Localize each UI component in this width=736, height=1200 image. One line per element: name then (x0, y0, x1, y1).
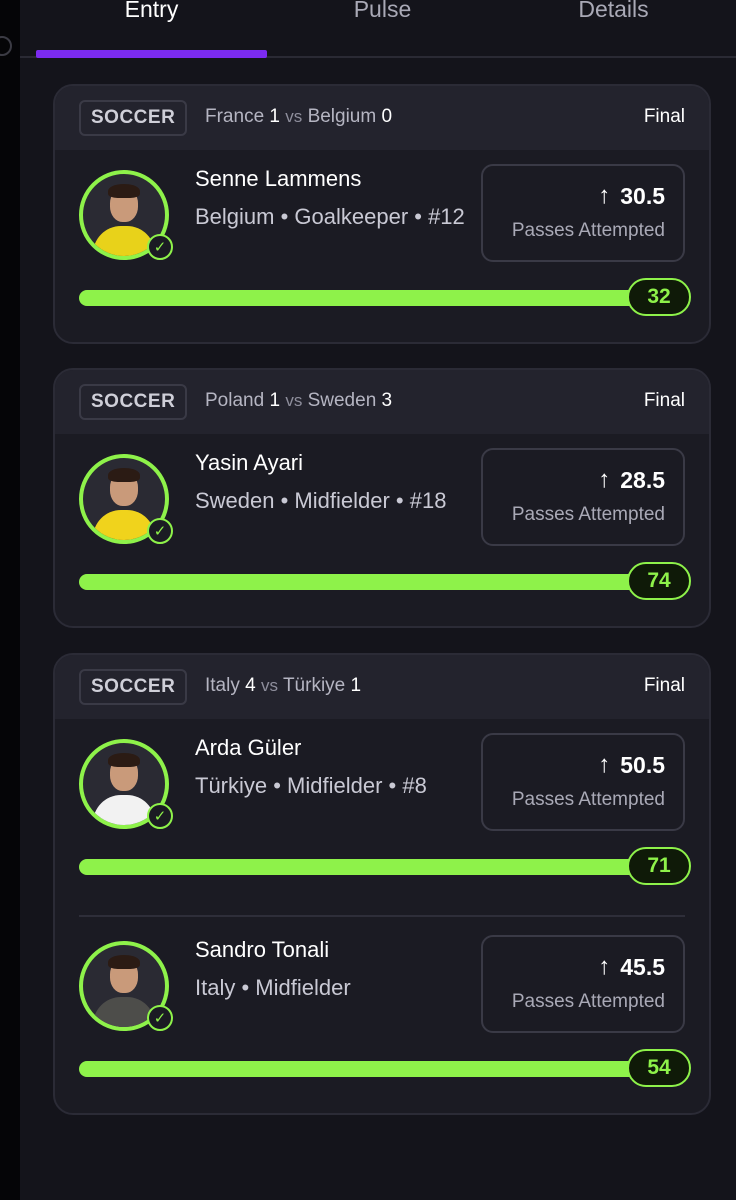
away-score: 1 (350, 675, 362, 696)
projection-box[interactable]: ↑ 45.5 Passes Attempted (481, 935, 685, 1033)
away-team: Türkiye (282, 675, 346, 696)
player-name: Yasin Ayari (195, 450, 304, 475)
vs-label: vs (285, 391, 303, 410)
progress-fill (79, 574, 643, 590)
home-team: Poland (205, 390, 265, 411)
player-meta: Belgium • Goalkeeper • #12 (195, 204, 465, 229)
active-tab-indicator (36, 50, 267, 58)
projection-value: 45.5 (620, 953, 665, 980)
app-screen: Entry Pulse Details SOCCER France 1 vs B… (20, 0, 736, 1200)
card-header: SOCCER Italy 4 vs Türkiye 1 Final (55, 655, 709, 719)
home-score: 4 (245, 675, 256, 696)
check-icon: ✓ (147, 234, 173, 260)
sport-badge: SOCCER (79, 669, 188, 705)
game-card: SOCCER France 1 vs Belgium 0 Final ✓ Sen… (53, 84, 711, 344)
player-row[interactable]: ✓ Senne Lammens Belgium • Goalkeeper • #… (55, 150, 709, 342)
progress-bar (79, 1061, 643, 1077)
matchup: Italy 4 vs Türkiye 1 (205, 675, 361, 697)
row-divider (79, 915, 685, 917)
tab-details[interactable]: Details (498, 0, 729, 23)
check-icon: ✓ (147, 518, 173, 544)
check-icon: ✓ (147, 803, 173, 829)
projection-value: 50.5 (620, 751, 665, 778)
game-status: Final (643, 675, 685, 696)
tab-bar: Entry Pulse Details (20, 0, 736, 58)
vs-label: vs (261, 676, 278, 695)
progress-bar (79, 290, 643, 306)
home-score: 1 (269, 106, 280, 127)
arrow-up-icon: ↑ (598, 182, 611, 209)
stat-label: Passes Attempted (511, 789, 665, 810)
projection-box[interactable]: ↑ 30.5 Passes Attempted (481, 164, 685, 262)
result-value: 54 (627, 1049, 691, 1087)
card-header: SOCCER France 1 vs Belgium 0 Final (55, 86, 709, 150)
home-team: Italy (205, 675, 240, 696)
game-status: Final (643, 390, 685, 411)
vs-label: vs (285, 107, 303, 126)
player-name: Sandro Tonali (195, 937, 330, 962)
progress-bar (79, 859, 643, 875)
result-value: 74 (627, 562, 691, 600)
player-row[interactable]: ✓ Yasin Ayari Sweden • Midfielder • #18 … (55, 434, 709, 626)
result-value: 71 (627, 847, 691, 885)
result-value: 32 (627, 278, 691, 316)
player-name: Senne Lammens (195, 166, 362, 191)
left-edge-strip (0, 0, 20, 1200)
game-card: SOCCER Poland 1 vs Sweden 3 Final ✓ Yasi… (53, 368, 711, 628)
player-name: Arda Güler (195, 735, 302, 760)
home-score: 1 (269, 390, 281, 411)
tab-pulse[interactable]: Pulse (267, 0, 498, 23)
sport-badge: SOCCER (79, 384, 188, 420)
projection-box[interactable]: ↑ 28.5 Passes Attempted (481, 448, 685, 546)
check-icon: ✓ (147, 1005, 173, 1031)
projection-value: 28.5 (620, 466, 665, 493)
player-meta: Italy • Midfielder (195, 975, 351, 1000)
arrow-up-icon: ↑ (598, 466, 611, 493)
away-score: 3 (381, 390, 393, 411)
player-row[interactable]: ✓ Arda Güler Türkiye • Midfielder • #8 ↑… (55, 719, 709, 913)
game-status: Final (643, 106, 685, 127)
card-header: SOCCER Poland 1 vs Sweden 3 Final (55, 370, 709, 434)
sport-badge: SOCCER (79, 100, 188, 136)
stat-label: Passes Attempted (511, 504, 665, 525)
matchup: Poland 1 vs Sweden 3 (205, 390, 392, 412)
player-row[interactable]: ✓ Sandro Tonali Italy • Midfielder ↑ 45.… (55, 921, 709, 1113)
away-team: Sweden (307, 390, 377, 411)
matchup: France 1 vs Belgium 0 (205, 106, 392, 128)
arrow-up-icon: ↑ (598, 953, 611, 980)
stat-label: Passes Attempted (511, 220, 665, 241)
away-team: Belgium (307, 106, 377, 127)
game-card: SOCCER Italy 4 vs Türkiye 1 Final ✓ Arda… (53, 653, 711, 1115)
progress-fill (79, 1061, 643, 1077)
player-meta: Sweden • Midfielder • #18 (195, 488, 447, 513)
arrow-up-icon: ↑ (598, 751, 611, 778)
away-score: 0 (381, 106, 393, 127)
tab-entry[interactable]: Entry (36, 0, 267, 23)
projection-value: 30.5 (620, 182, 665, 209)
player-meta: Türkiye • Midfielder • #8 (195, 773, 427, 798)
progress-fill (79, 859, 643, 875)
partial-circle-icon (0, 36, 12, 56)
stat-label: Passes Attempted (511, 991, 665, 1012)
home-team: France (205, 106, 265, 127)
projection-box[interactable]: ↑ 50.5 Passes Attempted (481, 733, 685, 831)
progress-fill (79, 290, 643, 306)
progress-bar (79, 574, 643, 590)
